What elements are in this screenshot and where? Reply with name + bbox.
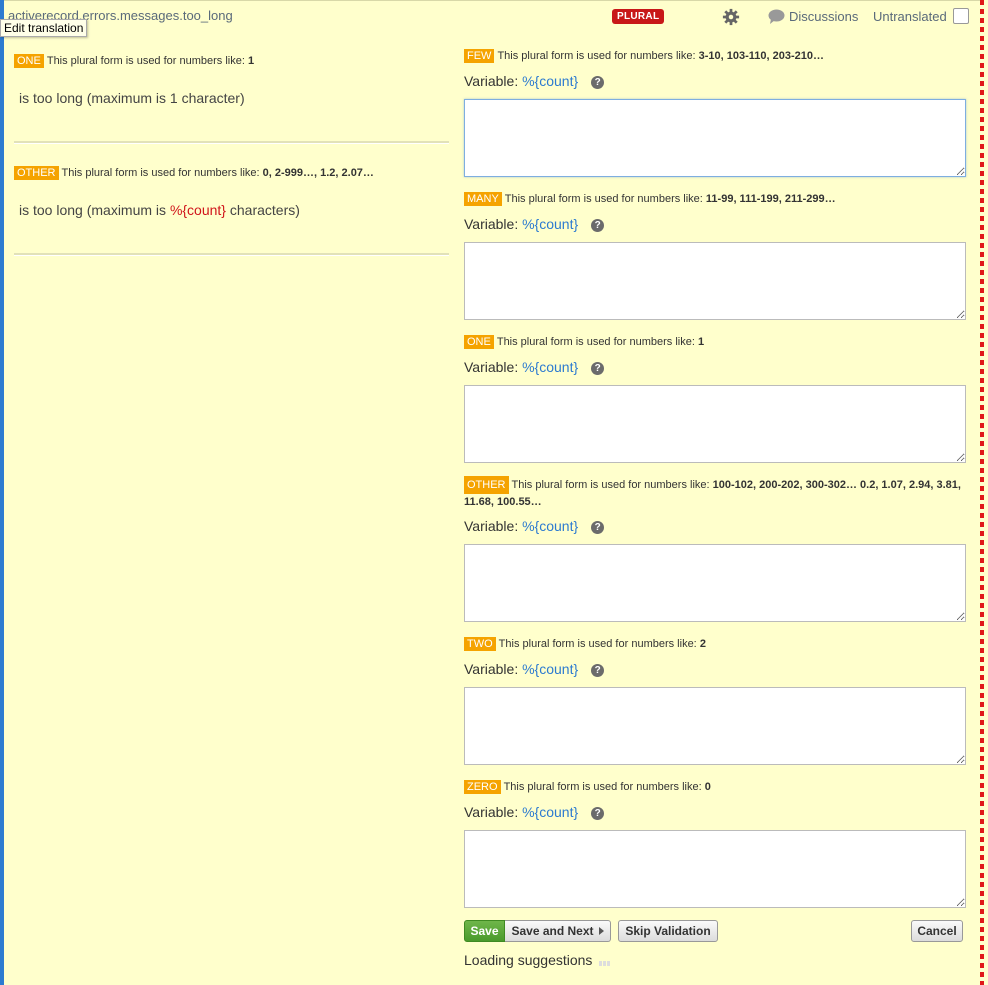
- help-icon[interactable]: ?: [591, 76, 605, 89]
- translation-input-one[interactable]: [464, 385, 966, 463]
- save-and-next-label: Save and Next: [511, 924, 594, 938]
- help-icon[interactable]: ?: [591, 521, 605, 534]
- loading-suggestions: Loading suggestions: [464, 952, 611, 969]
- translation-input-zero[interactable]: [464, 830, 966, 908]
- discussions-link[interactable]: Discussions: [768, 9, 858, 24]
- right-dashed-border: [980, 0, 984, 985]
- target-form-two: TWO This plural form is used for numbers …: [464, 635, 968, 653]
- source-form-one: ONE This plural form is used for numbers …: [14, 52, 449, 106]
- skip-validation-button[interactable]: Skip Validation: [618, 920, 718, 942]
- help-icon[interactable]: ?: [591, 807, 605, 820]
- plural-examples: 1: [697, 335, 705, 348]
- translation-input-many[interactable]: [464, 242, 966, 320]
- source-variable: %{count}: [169, 202, 226, 218]
- plural-description: This plural form is used for numbers lik…: [503, 780, 711, 793]
- plural-tag: MANY: [464, 191, 502, 206]
- variable-row: Variable: %{count}?: [464, 518, 605, 534]
- plural-tag: OTHER: [464, 476, 509, 494]
- variable-token[interactable]: %{count}: [522, 518, 578, 534]
- plural-badge: PLURAL: [612, 9, 665, 24]
- help-icon[interactable]: ?: [591, 219, 605, 232]
- help-icon[interactable]: ?: [591, 362, 605, 375]
- loading-label: Loading suggestions: [464, 952, 593, 968]
- target-form-other: OTHER This plural form is used for number…: [464, 476, 968, 510]
- source-text: is too long (maximum is 1 character): [19, 90, 245, 106]
- target-form-one: ONE This plural form is used for numbers …: [464, 333, 968, 351]
- cancel-button[interactable]: Cancel: [911, 920, 963, 942]
- plural-examples: 0: [704, 780, 711, 793]
- plural-description: This plural form is used for numbers lik…: [61, 166, 374, 179]
- target-form-few: FEW This plural form is used for numbers …: [464, 47, 968, 65]
- target-form-many: MANY This plural form is used for numbers…: [464, 190, 968, 208]
- speech-bubble-icon: [768, 9, 785, 24]
- translation-input-two[interactable]: [464, 687, 966, 765]
- plural-examples: 3-10, 103-110, 203-210…: [698, 49, 824, 62]
- variable-token[interactable]: %{count}: [522, 804, 578, 820]
- plural-description: This plural form is used for numbers lik…: [464, 479, 961, 508]
- plural-description: This plural form is used for numbers lik…: [504, 192, 836, 205]
- variable-row: Variable: %{count}?: [464, 216, 605, 232]
- save-button[interactable]: Save: [464, 920, 505, 942]
- plural-description: This plural form is used for numbers lik…: [497, 49, 824, 62]
- loading-spinner-icon: [599, 953, 611, 969]
- plural-tag: OTHER: [14, 165, 59, 180]
- source-divider: [14, 141, 449, 144]
- save-and-next-button[interactable]: Save and Next: [505, 920, 611, 942]
- target-form-zero: ZERO This plural form is used for numbers…: [464, 778, 968, 796]
- plural-description: This plural form is used for numbers lik…: [496, 335, 705, 348]
- variable-row: Variable: %{count}?: [464, 359, 605, 375]
- variable-token[interactable]: %{count}: [522, 661, 578, 677]
- source-text: is too long (maximum is %{count} charact…: [19, 202, 300, 218]
- plural-examples: 11-99, 111-199, 211-299…: [705, 192, 836, 205]
- variable-row: Variable: %{count}?: [464, 804, 605, 820]
- gear-icon[interactable]: [722, 8, 740, 26]
- source-form-other: OTHER This plural form is used for number…: [14, 164, 449, 218]
- variable-row: Variable: %{count}?: [464, 661, 605, 677]
- variable-token[interactable]: %{count}: [522, 359, 578, 375]
- help-icon[interactable]: ?: [591, 664, 605, 677]
- discussions-label: Discussions: [789, 9, 859, 24]
- untranslated-checkbox[interactable]: [953, 8, 969, 24]
- translation-input-other[interactable]: [464, 544, 966, 622]
- plural-examples: 1: [247, 54, 255, 67]
- plural-description: This plural form is used for numbers lik…: [46, 54, 255, 67]
- variable-token[interactable]: %{count}: [522, 216, 578, 232]
- arrow-right-icon: [598, 927, 604, 935]
- untranslated-label: Untranslated: [873, 9, 947, 24]
- plural-examples: 0, 2-999…, 1.2, 2.07…: [262, 166, 374, 179]
- plural-description: This plural form is used for numbers lik…: [498, 637, 706, 650]
- plural-tag: TWO: [464, 636, 496, 651]
- top-divider: [4, 0, 980, 1]
- plural-tag: ONE: [14, 53, 44, 68]
- source-divider: [14, 253, 449, 256]
- plural-tag: FEW: [464, 48, 495, 63]
- plural-tag: ZERO: [464, 779, 501, 794]
- plural-examples: 2: [699, 637, 706, 650]
- edit-translation-tooltip: Edit translation: [0, 19, 88, 37]
- variable-token[interactable]: %{count}: [522, 73, 578, 89]
- plural-tag: ONE: [464, 334, 494, 349]
- variable-row: Variable: %{count}?: [464, 73, 605, 89]
- translation-input-few[interactable]: [464, 99, 966, 177]
- left-accent-bar: [0, 0, 4, 985]
